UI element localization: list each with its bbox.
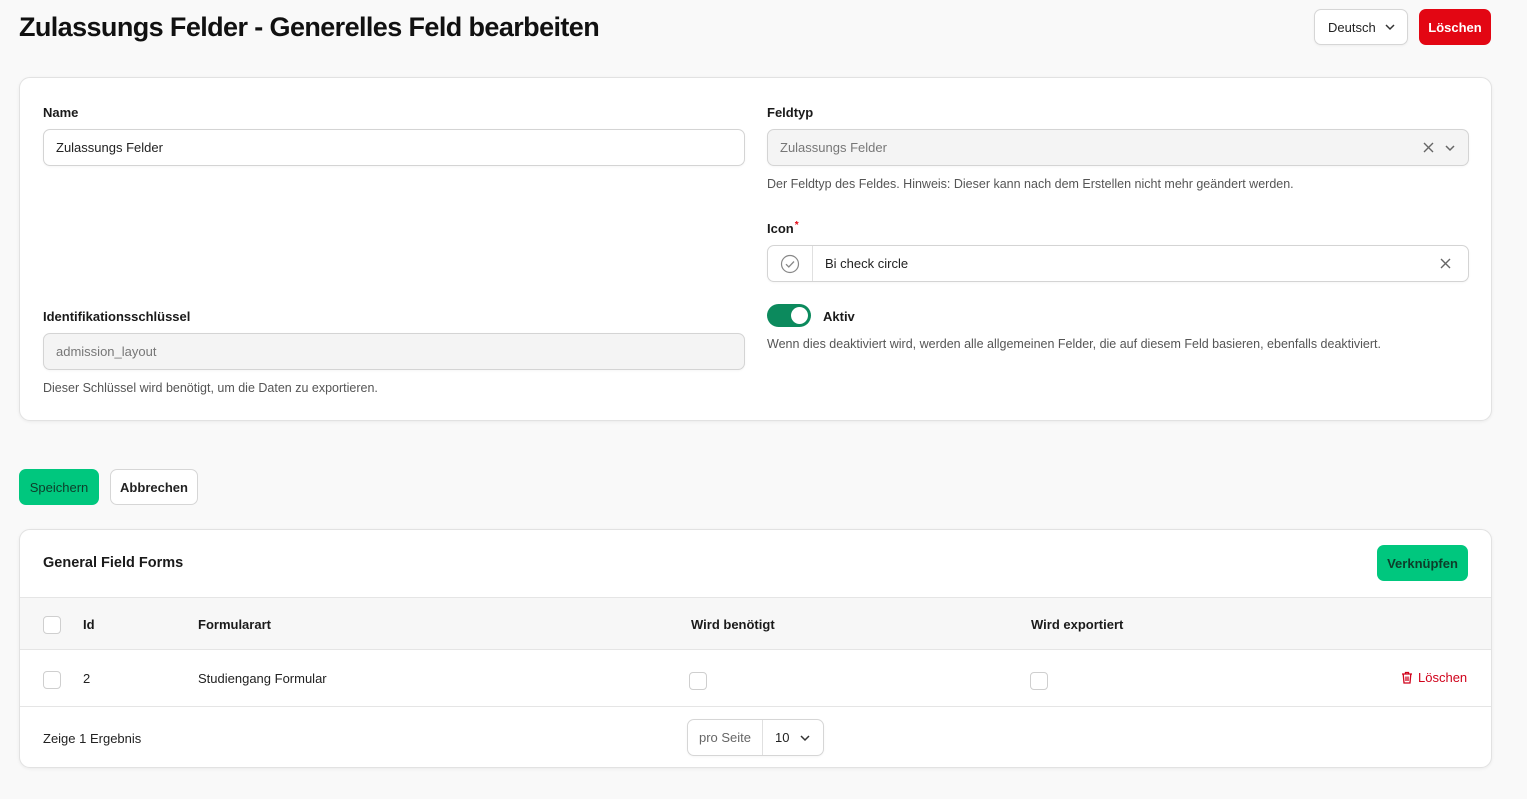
toggle-knob	[791, 307, 808, 324]
active-toggle[interactable]	[767, 304, 811, 327]
column-header-id[interactable]: Id	[83, 617, 95, 632]
table-title: General Field Forms	[43, 555, 184, 571]
identifier-input-value: admission_layout	[56, 344, 157, 359]
edit-form-card: Name Zulassungs Felder Identifikationssc…	[19, 77, 1492, 421]
row-select-checkbox[interactable]	[43, 671, 61, 689]
chevron-down-icon	[800, 735, 810, 742]
chevron-down-icon	[1385, 24, 1395, 31]
active-label: Aktiv	[823, 309, 855, 324]
identifier-input: admission_layout	[43, 333, 745, 370]
identifier-hint: Dieser Schlüssel wird benötigt, um die D…	[43, 381, 378, 395]
link-button[interactable]: Verknüpfen	[1377, 545, 1468, 581]
row-id: 2	[83, 671, 91, 686]
clear-icon[interactable]	[1440, 258, 1451, 269]
field-type-value: Zulassungs Felder	[780, 140, 887, 155]
exported-checkbox[interactable]	[1030, 672, 1048, 690]
active-hint: Wenn dies deaktiviert wird, werden alle …	[767, 337, 1381, 351]
delete-button[interactable]: Löschen	[1419, 9, 1491, 45]
row-delete-label: Löschen	[1418, 670, 1468, 685]
name-input-value: Zulassungs Felder	[56, 140, 163, 155]
name-input[interactable]: Zulassungs Felder	[43, 129, 745, 166]
table-row: 2 Studiengang Formular Löschen	[20, 650, 1491, 707]
cancel-button[interactable]: Abbrechen	[110, 469, 198, 505]
field-type-hint: Der Feldtyp des Feldes. Hinweis: Dieser …	[767, 177, 1294, 191]
check-circle-icon	[780, 254, 800, 273]
icon-picker[interactable]: Bi check circle	[767, 245, 1469, 282]
per-page-value: 10	[775, 730, 790, 745]
result-count: Zeige 1 Ergebnis	[43, 731, 142, 746]
page-title: Zulassungs Felder - Generelles Feld bear…	[19, 12, 600, 42]
icon-label: Icon*	[767, 220, 799, 236]
per-page-select[interactable]: pro Seite 10	[687, 719, 824, 756]
column-header-form-type[interactable]: Formularart	[198, 617, 271, 632]
row-form-type: Studiengang Formular	[198, 671, 327, 686]
language-select[interactable]: Deutsch	[1314, 9, 1408, 45]
field-type-label: Feldtyp	[767, 105, 814, 120]
row-delete-button[interactable]: Löschen	[1401, 670, 1467, 685]
save-button[interactable]: Speichern	[19, 469, 99, 505]
required-mark: *	[794, 220, 799, 231]
icon-picker-value: Bi check circle	[825, 256, 909, 271]
column-header-required[interactable]: Wird benötigt	[691, 617, 775, 632]
identifier-label: Identifikationsschlüssel	[43, 309, 191, 324]
column-header-exported[interactable]: Wird exportiert	[1031, 617, 1123, 632]
name-label: Name	[43, 105, 79, 120]
icon-preview	[768, 246, 813, 281]
required-checkbox[interactable]	[689, 672, 707, 690]
table-header: Id Formularart Wird benötigt Wird export…	[20, 597, 1491, 650]
field-type-select: Zulassungs Felder	[767, 129, 1469, 166]
clear-icon	[1423, 142, 1434, 153]
trash-icon	[1402, 671, 1412, 684]
icon-label-text: Icon	[767, 221, 794, 236]
general-field-forms-card: General Field Forms Verknüpfen Id Formul…	[19, 529, 1492, 768]
chevron-down-icon	[1445, 145, 1455, 152]
language-select-value: Deutsch	[1328, 19, 1376, 35]
select-all-checkbox[interactable]	[43, 616, 61, 634]
per-page-label: pro Seite	[688, 720, 763, 755]
